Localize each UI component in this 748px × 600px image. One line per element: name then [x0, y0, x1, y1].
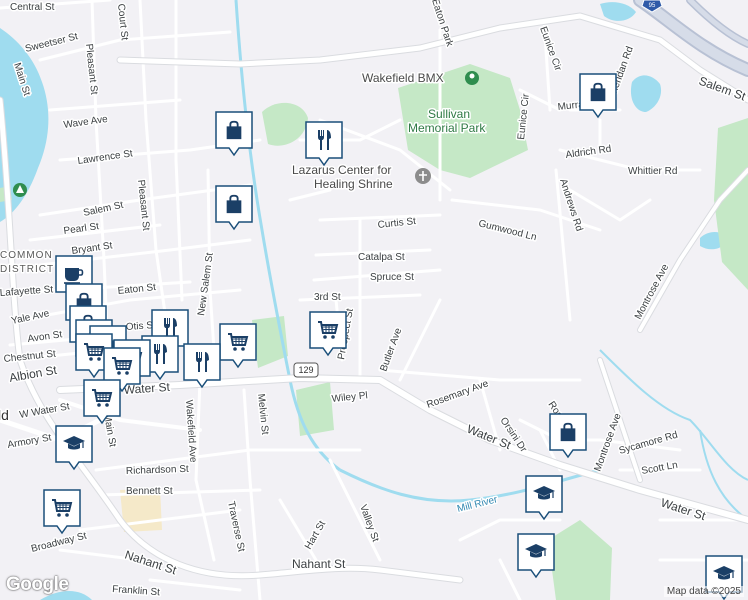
route-129-shield: 129 [293, 362, 319, 378]
svg-text:95: 95 [649, 3, 656, 9]
shopping-bag-marker[interactable] [215, 111, 253, 157]
bmx-pin-icon [465, 71, 479, 85]
grocery-cart-marker[interactable] [219, 323, 257, 369]
street-label: Richardson St [126, 464, 189, 477]
school-marker[interactable] [55, 425, 93, 471]
park-label-memorial: Memorial Park [408, 121, 486, 135]
map-attribution[interactable]: Map data ©2025 [663, 586, 744, 597]
street-label: Catalpa St [358, 252, 405, 263]
shopping-bag-marker[interactable] [549, 413, 587, 459]
grocery-cart-marker[interactable] [309, 311, 347, 357]
poi-label-bmx: Wakefield BMX [362, 71, 444, 85]
svg-text:129: 129 [298, 365, 313, 375]
city-label: Wakefield [0, 407, 9, 423]
grocery-cart-marker[interactable] [83, 379, 121, 425]
poi-label-lazarus-2: Healing Shrine [314, 177, 393, 191]
church-pin-icon [415, 168, 431, 184]
district-label-2: DISTRICT [0, 264, 54, 275]
street-label: Bennett St [126, 486, 173, 497]
shopping-bag-marker[interactable] [579, 73, 617, 119]
park-pin-icon [13, 183, 27, 197]
street-label: Nahant St [292, 557, 346, 571]
shopping-bag-marker[interactable] [215, 185, 253, 231]
grocery-cart-marker[interactable] [43, 489, 81, 535]
street-label: Central St [10, 2, 55, 13]
school-marker[interactable] [517, 533, 555, 579]
school-marker[interactable] [525, 475, 563, 521]
street-label: Whittier Rd [628, 166, 677, 177]
park-river [296, 382, 334, 436]
district-label-1: COMMON [0, 250, 53, 261]
restaurant-marker[interactable] [183, 343, 221, 389]
street-label: Spruce St [370, 272, 414, 283]
google-logo[interactable]: Google [6, 574, 69, 596]
street-label: 3rd St [314, 292, 341, 303]
restaurant-marker[interactable] [305, 121, 343, 167]
poi-label-lazarus-1: Lazarus Center for [292, 163, 391, 177]
map-canvas[interactable]: 129 95 Central St Court St Sweetser St M… [0, 0, 748, 600]
park-label-sullivan: Sullivan [428, 107, 470, 121]
